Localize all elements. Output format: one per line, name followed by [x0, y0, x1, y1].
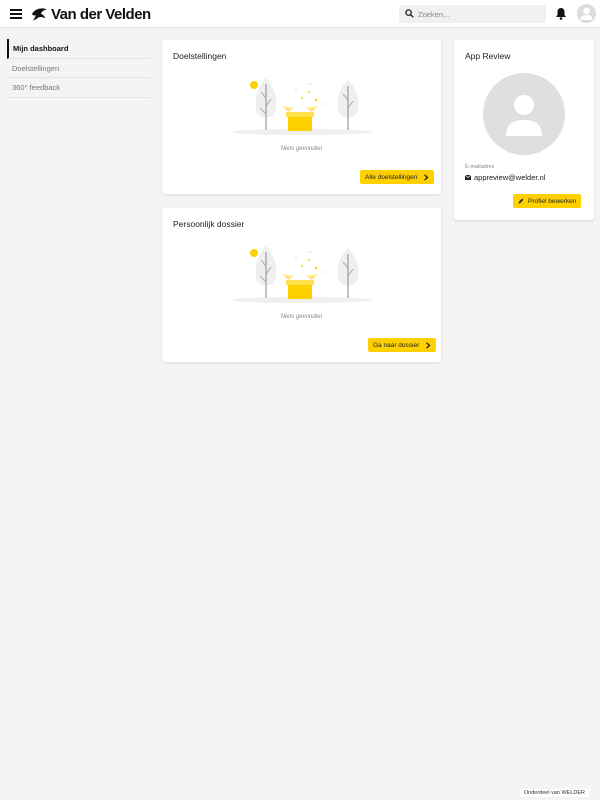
brand-name: Van der Velden [51, 5, 151, 23]
sidebar-item-360-feedback[interactable]: 360° feedback [7, 78, 151, 98]
user-silhouette-icon [580, 7, 593, 20]
profile-name: App Review [465, 51, 511, 61]
profile-card: App Review E-mailadres appreview@welder.… [454, 40, 594, 220]
brand-logo[interactable]: Van der Velden [31, 4, 151, 24]
footer-credit[interactable]: Onderdeel van WELDER [519, 789, 589, 797]
search-box[interactable] [399, 5, 546, 23]
envelope-icon [465, 175, 471, 180]
empty-state-text: Niets gevonden [280, 146, 323, 152]
go-to-dossier-button-label: Ga naar dossier [373, 341, 420, 349]
edit-profile-button[interactable]: Profiel bewerken [513, 194, 582, 208]
empty-state-text: Niets gevonden [280, 314, 323, 320]
sidebar-item-mijn-dashboard[interactable]: Mijn dashboard [7, 39, 151, 59]
email-label: E-mailadres [465, 164, 495, 170]
dolphin-logo-icon [32, 8, 48, 21]
goals-card: Doelstellingen Niets gevonden Alle doels… [162, 40, 441, 194]
search-icon [405, 9, 414, 18]
menu-icon[interactable] [10, 9, 22, 19]
chevron-right-icon [426, 341, 431, 349]
bell-icon[interactable] [555, 7, 567, 20]
user-avatar[interactable] [577, 4, 596, 23]
goals-card-title: Doelstellingen [173, 51, 227, 61]
sidebar-item-doelstellingen[interactable]: Doelstellingen [7, 59, 151, 78]
edit-profile-button-label: Profiel bewerken [528, 197, 577, 205]
email-value[interactable]: appreview@welder.nl [474, 173, 545, 182]
empty-state-illustration [232, 246, 372, 303]
pencil-icon [518, 198, 524, 204]
top-bar: Van der Velden [0, 0, 600, 28]
dossier-card-title: Persoonlijk dossier [173, 219, 245, 229]
search-input[interactable] [418, 5, 543, 23]
all-goals-button-label: Alle doelstellingen [365, 173, 418, 181]
profile-avatar [483, 73, 565, 155]
user-silhouette-icon [506, 95, 542, 136]
empty-state-illustration [232, 78, 372, 135]
email-row: appreview@welder.nl [465, 173, 545, 182]
sidebar-nav: Mijn dashboard Doelstellingen 360° feedb… [7, 39, 151, 98]
go-to-dossier-button[interactable]: Ga naar dossier [368, 338, 437, 352]
all-goals-button[interactable]: Alle doelstellingen [360, 170, 435, 184]
chevron-right-icon [424, 173, 429, 181]
dossier-card: Persoonlijk dossier Niets gevonden Ga na… [162, 208, 441, 362]
